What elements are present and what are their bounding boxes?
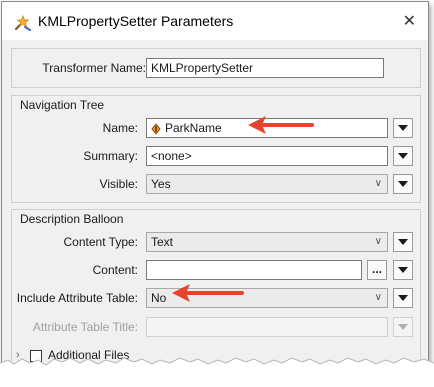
name-value: ParkName: [165, 121, 222, 135]
navigation-tree-panel: Navigation Tree Name: ParkName Summary: …: [11, 95, 421, 203]
summary-menu-button[interactable]: [393, 146, 413, 166]
dropdown-triangle-icon: [398, 267, 408, 273]
navigation-tree-legend: Navigation Tree: [20, 98, 105, 112]
visible-label: Visible:: [99, 177, 138, 191]
content-type-menu-button[interactable]: [393, 232, 413, 252]
dialog-body: Transformer Name: KMLPropertySetter Navi…: [2, 40, 428, 384]
torn-edge: [0, 357, 434, 387]
dropdown-triangle-icon: [398, 153, 408, 159]
title-bar: KMLPropertySetter Parameters ✕: [2, 2, 428, 40]
attribute-table-title-menu-button: [393, 317, 413, 337]
include-attribute-table-value: No: [151, 291, 167, 305]
transformer-icon: [14, 15, 31, 31]
content-type-label: Content Type:: [63, 235, 139, 249]
dropdown-triangle-icon: [398, 324, 408, 330]
attribute-icon: [151, 123, 161, 135]
content-menu-button[interactable]: [393, 260, 413, 280]
close-icon[interactable]: ✕: [403, 11, 416, 31]
dropdown-triangle-icon: [398, 239, 408, 245]
description-balloon-legend: Description Balloon: [20, 212, 124, 226]
name-label: Name:: [102, 121, 138, 135]
summary-label: Summary:: [83, 149, 138, 163]
dropdown-triangle-icon: [398, 125, 408, 131]
summary-field[interactable]: <none>: [146, 146, 388, 166]
transformer-name-field[interactable]: KMLPropertySetter: [146, 58, 384, 78]
content-ellipsis-button[interactable]: ...: [367, 260, 387, 280]
attribute-table-title-field: [146, 317, 388, 337]
include-attribute-table-label: Include Attribute Table:: [16, 291, 138, 305]
annotation-arrow-include-attribute: [172, 284, 244, 302]
content-field[interactable]: [146, 260, 362, 280]
visible-value: Yes: [151, 177, 171, 191]
parameters-dialog: KMLPropertySetter Parameters ✕ Transform…: [1, 1, 429, 385]
content-type-value: Text: [151, 235, 174, 249]
attribute-table-title-label: Attribute Table Title:: [32, 320, 138, 334]
dropdown-triangle-icon: [398, 181, 408, 187]
include-attribute-table-menu-button[interactable]: [393, 288, 413, 308]
content-label: Content:: [92, 263, 138, 277]
chevron-down-icon: ∨: [374, 292, 382, 303]
dialog-title: KMLPropertySetter Parameters: [38, 13, 234, 29]
annotation-arrow-name: [248, 116, 314, 134]
dropdown-triangle-icon: [398, 295, 408, 301]
visible-select[interactable]: Yes ∨: [146, 174, 388, 194]
visible-menu-button[interactable]: [393, 174, 413, 194]
content-type-select[interactable]: Text ∨: [146, 232, 388, 252]
chevron-down-icon: ∨: [374, 178, 382, 189]
transformer-name-label: Transformer Name:: [42, 61, 146, 75]
transformer-name-panel: Transformer Name: KMLPropertySetter: [11, 48, 421, 88]
name-menu-button[interactable]: [393, 118, 413, 138]
chevron-down-icon: ∨: [374, 236, 382, 247]
